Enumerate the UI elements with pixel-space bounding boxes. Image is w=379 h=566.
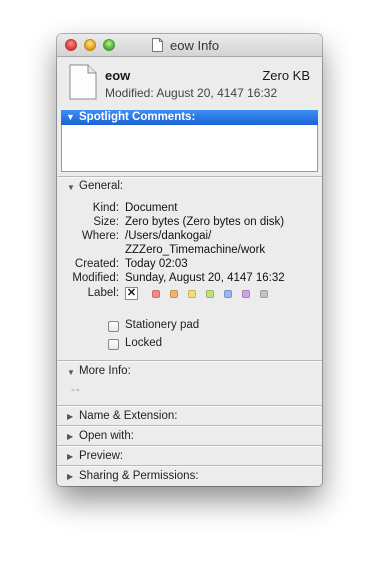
label-yellow-swatch[interactable] (188, 290, 196, 298)
document-icon (69, 64, 97, 100)
zoom-button[interactable] (103, 39, 115, 51)
stationery-pad-checkbox[interactable] (108, 321, 119, 332)
more-info-section-label[interactable]: More Info: (79, 365, 131, 377)
label-red-swatch[interactable] (152, 290, 160, 298)
disclosure-closed-icon[interactable]: ▶ (67, 412, 73, 421)
label-purple-swatch[interactable] (242, 290, 250, 298)
kind-label: Kind: (92, 202, 119, 214)
label-green-swatch[interactable] (206, 290, 214, 298)
where-label: Where: (81, 230, 119, 242)
label-none-button[interactable]: ✕ (125, 287, 138, 300)
sharing-permissions-section-label[interactable]: Sharing & Permissions: (79, 470, 199, 482)
label-label: Label: (87, 287, 119, 299)
disclosure-open-icon[interactable]: ▼ (66, 110, 75, 125)
kind-value: Document (125, 202, 178, 214)
locked-label[interactable]: Locked (125, 337, 162, 349)
file-modified: Modified: August 20, 4147 16:32 (105, 86, 278, 100)
divider (57, 361, 322, 362)
spotlight-comments-field[interactable] (61, 125, 318, 172)
file-name: eow (105, 68, 131, 83)
general-section-label[interactable]: General: (79, 180, 123, 192)
open-with-section-label[interactable]: Open with: (79, 430, 134, 442)
title-bar[interactable]: eow Info (57, 34, 322, 57)
file-size: Zero KB (262, 68, 310, 83)
divider (57, 406, 322, 407)
modified-value: Sunday, August 20, 4147 16:32 (125, 272, 285, 284)
disclosure-open-icon[interactable]: ▼ (67, 368, 75, 377)
where-value-continued: ZZZero_Timemachine/work (125, 244, 266, 256)
label-blue-swatch[interactable] (224, 290, 232, 298)
label-orange-swatch[interactable] (170, 290, 178, 298)
disclosure-closed-icon[interactable]: ▶ (67, 472, 73, 481)
info-window: eow Info eow Zero KB Modified: August 20… (57, 34, 322, 486)
window-title: eow Info (170, 38, 220, 53)
stationery-pad-label[interactable]: Stationery pad (125, 319, 199, 331)
close-button[interactable] (65, 39, 77, 51)
divider (57, 177, 322, 178)
name-extension-section-label[interactable]: Name & Extension: (79, 410, 177, 422)
divider (57, 426, 322, 427)
created-value: Today 02:03 (125, 258, 188, 270)
divider (57, 466, 322, 467)
divider (57, 446, 322, 447)
spotlight-comments-label: Spotlight Comments: (79, 111, 196, 123)
more-info-value: -- (71, 384, 81, 396)
locked-checkbox[interactable] (108, 339, 119, 350)
size-label: Size: (93, 216, 119, 228)
disclosure-open-icon[interactable]: ▼ (67, 183, 75, 192)
preview-section-label[interactable]: Preview: (79, 450, 123, 462)
created-label: Created: (74, 258, 119, 270)
spotlight-comments-header[interactable]: ▼ Spotlight Comments: (61, 110, 318, 125)
minimize-button[interactable] (84, 39, 96, 51)
size-value: Zero bytes (Zero bytes on disk) (125, 216, 285, 228)
where-value: /Users/dankogai/ (125, 230, 212, 242)
label-gray-swatch[interactable] (260, 290, 268, 298)
disclosure-closed-icon[interactable]: ▶ (67, 432, 73, 441)
disclosure-closed-icon[interactable]: ▶ (67, 452, 73, 461)
document-icon (152, 38, 163, 52)
modified-label: Modified: (72, 272, 119, 284)
